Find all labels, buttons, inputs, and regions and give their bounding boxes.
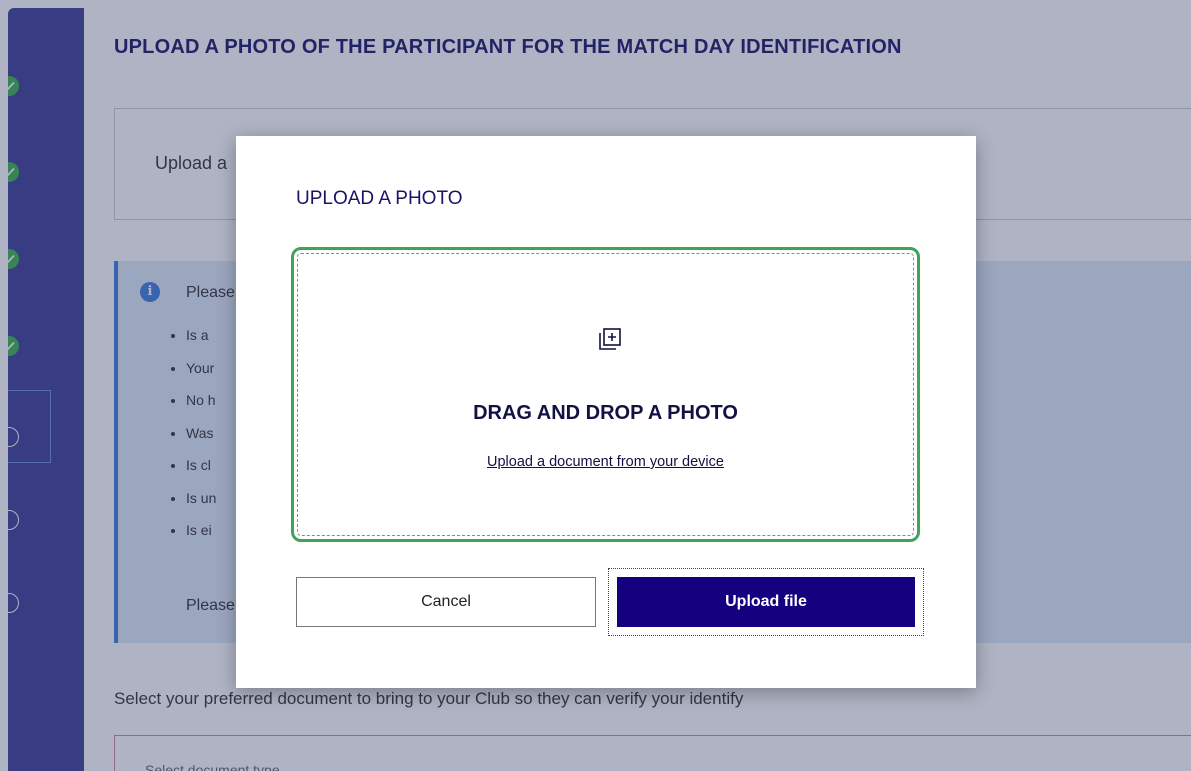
- upload-file-button[interactable]: Upload file: [617, 577, 915, 627]
- add-photo-icon: [599, 328, 621, 350]
- dialog-title: UPLOAD A PHOTO: [296, 188, 463, 209]
- cancel-button[interactable]: Cancel: [296, 577, 596, 627]
- dropzone-title: DRAG AND DROP A PHOTO: [473, 402, 738, 424]
- upload-photo-dialog: UPLOAD A PHOTO DRAG AND DROP A PHOTO Upl…: [236, 136, 976, 688]
- photo-dropzone[interactable]: DRAG AND DROP A PHOTO Upload a document …: [291, 247, 920, 542]
- upload-from-device-link[interactable]: Upload a document from your device: [298, 454, 913, 470]
- page: UPLOAD A PHOTO OF THE PARTICIPANT FOR TH…: [0, 0, 1191, 771]
- dropzone-dashed-area: DRAG AND DROP A PHOTO Upload a document …: [297, 253, 914, 536]
